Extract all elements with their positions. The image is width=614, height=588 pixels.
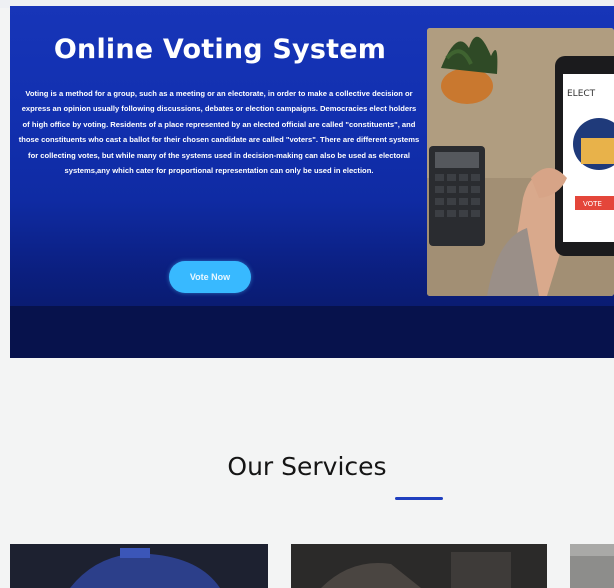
service-card-3[interactable] (570, 544, 614, 588)
service-card-2-image (291, 544, 547, 588)
vote-now-button[interactable]: Vote Now (169, 261, 251, 293)
hero-bottom-band (10, 306, 614, 358)
hero-photo-illustration: ELECT VOTE (427, 28, 614, 296)
service-card-1[interactable] (10, 544, 268, 588)
plant-pot (441, 68, 493, 104)
phone-screen-heading: ELECT (567, 89, 596, 99)
services-title-underline (395, 497, 443, 500)
service-card-2[interactable] (291, 544, 547, 588)
service-card-3-image (570, 544, 614, 588)
phone-vote-label: VOTE (583, 200, 602, 208)
hero-section: Online Voting System Voting is a method … (10, 6, 614, 358)
hero-photo: ELECT VOTE (427, 28, 614, 296)
page: Online Voting System Voting is a method … (0, 0, 614, 588)
hero-description: Voting is a method for a group, such as … (18, 89, 420, 176)
service-card-1-image (10, 544, 268, 588)
services-title: Our Services (227, 452, 387, 481)
hero-title: Online Voting System (53, 34, 387, 65)
